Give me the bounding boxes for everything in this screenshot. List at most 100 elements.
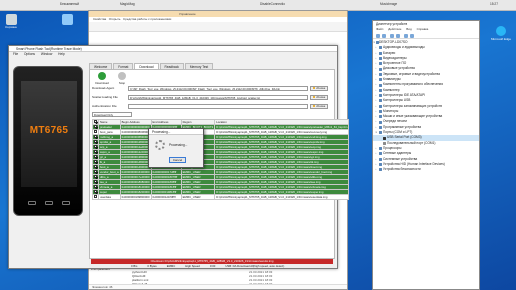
cell-location: D:\phxGMS\limkyap\sq11_MT6765_4GB_128GB_… xyxy=(214,194,350,200)
taskbar-item-1[interactable]: Безымянный xyxy=(60,2,79,9)
help-icon[interactable] xyxy=(396,33,400,38)
taskbar-item-2[interactable]: MagicMag xyxy=(120,2,135,9)
auth-choose[interactable]: choose xyxy=(310,103,328,109)
row-checkbox[interactable] xyxy=(94,135,97,138)
table-row[interactable]: sspm_a0x0000000012c000000x0000000012c2eb… xyxy=(92,149,350,155)
desktop-icon-recycle[interactable]: Корзина xyxy=(2,14,20,30)
auth-field[interactable] xyxy=(128,103,308,109)
flash-menu: File Options Window Help xyxy=(9,52,337,57)
device-label: Клавиатуры xyxy=(383,77,401,82)
row-checkbox[interactable] xyxy=(94,155,97,158)
back-icon[interactable] xyxy=(376,33,380,38)
device-icon xyxy=(379,94,382,98)
row-checkbox[interactable] xyxy=(94,150,97,153)
flash-statusbar: Checksum D:\phxGMS\limkyap\sq11_MT6765_4… xyxy=(89,258,335,268)
row-checkbox[interactable] xyxy=(94,185,97,188)
properties-icon[interactable] xyxy=(390,33,394,38)
devmgr-menu-help[interactable]: Справка xyxy=(417,27,429,31)
device-label: Системные устройства xyxy=(383,156,418,161)
folder-icon xyxy=(312,86,316,90)
taskbar-item-3[interactable]: DisableConnectio xyxy=(260,2,285,9)
table-row[interactable]: scp_a0x0000000012a000000x0000000012a3fb4… xyxy=(92,144,350,150)
forward-icon[interactable] xyxy=(382,33,386,38)
devmgr-menu-file[interactable]: Файл xyxy=(376,27,383,31)
stop-button[interactable]: Stop xyxy=(114,72,130,85)
row-checkbox[interactable] xyxy=(94,195,97,198)
device-label: Программные устройства xyxy=(383,124,422,129)
table-row[interactable]: md1img_a0x000000000f8000000x000000000f9d… xyxy=(92,134,350,140)
status-speed: 0 B/s xyxy=(131,264,138,268)
table-row[interactable]: super 0x0000000018200000 0x00000001981ffff… xyxy=(92,189,350,195)
desktop-icon-computer[interactable] xyxy=(58,14,76,26)
table-row[interactable]: userdata 0x0000000199800000 0x0000001d1f9f… xyxy=(92,194,350,200)
edge-label: Microsoft Edge xyxy=(490,37,511,41)
monitor-icon[interactable] xyxy=(410,33,414,38)
table-row[interactable]: lk_a0x00000000148000000x000000001485f9bf… xyxy=(92,159,350,165)
ribbon-open[interactable]: Открыть xyxy=(109,17,121,21)
cancel-button[interactable]: Cancel xyxy=(169,157,186,163)
edge-desktop-icon[interactable]: Microsoft Edge xyxy=(488,26,514,41)
row-checkbox[interactable] xyxy=(94,180,97,183)
row-checkbox[interactable] xyxy=(94,170,97,173)
ribbon-app-tools[interactable]: Средства работы с приложениями xyxy=(123,17,171,21)
menu-options[interactable]: Options xyxy=(24,52,35,56)
menu-file[interactable]: File xyxy=(13,52,18,56)
device-label: Батареи xyxy=(383,50,396,55)
row-checkbox[interactable] xyxy=(94,125,97,128)
row-checkbox[interactable] xyxy=(94,130,97,133)
taskbar-item-4[interactable]: MusicImage xyxy=(380,2,397,9)
device-icon xyxy=(383,136,386,140)
table-row[interactable]: gz_a0x00000000138000000x000000001381a8ff… xyxy=(92,154,350,160)
device-label: Порты (COM и LPT) xyxy=(383,130,413,135)
device-tree: ▾ DESKTOP-LD07SO › Аудиовходы и аудиовыходы… xyxy=(373,40,479,172)
row-checkbox[interactable] xyxy=(94,190,97,193)
device-icon xyxy=(379,168,382,172)
cell-end: 0x0000001d1f9fffff xyxy=(150,194,182,200)
row-checkbox[interactable] xyxy=(94,160,97,163)
explorer-ribbon xyxy=(89,22,347,32)
scatter-field[interactable]: D:\phxGMS\limkyap\sq11_MT6765_4GB_128GB_… xyxy=(128,94,308,100)
device-tree-item[interactable]: › Устройства безопасности xyxy=(373,167,479,172)
recycle-bin-icon xyxy=(5,14,17,25)
table-row[interactable]: tee_a 0x0000000018080000 0x00000000180ffff… xyxy=(92,179,350,185)
device-icon xyxy=(379,78,382,82)
cell-begin: 0x0000000013800000 xyxy=(119,154,152,160)
cell-location: D:\phxGMS\limkyap\sq11_MT6765_4GB_128GB_… xyxy=(214,124,350,130)
scatter-choose[interactable]: choose xyxy=(310,94,328,100)
table-row[interactable]: dtbo_a 0x0000000017e00000 0x000000001807ff… xyxy=(92,174,350,180)
phone-home-icon xyxy=(45,201,53,205)
table-row[interactable]: vbmeta_a 0x0000000018100000 0x00000000181f… xyxy=(92,184,350,190)
download-agent-choose[interactable]: choose xyxy=(310,85,328,91)
table-row[interactable]: boot_a0x00000000149000000x00000000162fff… xyxy=(92,164,350,170)
device-icon xyxy=(379,62,382,66)
device-icon xyxy=(379,147,382,151)
ribbon-properties[interactable]: Свойства xyxy=(93,17,106,21)
table-row[interactable]: boot_para0x00000000080080000x00000000080… xyxy=(92,129,350,135)
chevron-right-icon[interactable]: › xyxy=(376,167,377,172)
device-icon xyxy=(379,110,382,114)
devmgr-menu-action[interactable]: Действие xyxy=(388,27,401,31)
row-checkbox[interactable] xyxy=(94,145,97,148)
menu-help[interactable]: Help xyxy=(58,52,65,56)
row-checkbox[interactable] xyxy=(94,140,97,143)
scan-icon[interactable] xyxy=(404,33,408,38)
computer-icon xyxy=(61,14,73,25)
device-icon xyxy=(379,115,382,119)
device-label: Контроллеры IDE ATA/ATAPI xyxy=(383,92,426,97)
row-checkbox[interactable] xyxy=(94,165,97,168)
device-icon xyxy=(379,51,382,55)
download-button[interactable]: Download xyxy=(94,72,110,85)
cell-location: D:\phxGMS\limkyap\sq11_MT6765_4GB_128GB_… xyxy=(214,169,350,175)
menu-window[interactable]: Window xyxy=(41,52,52,56)
mode-select[interactable]: Download Only xyxy=(92,112,132,117)
table-row[interactable]: vendor_boot_a 0x0000000016400000 0x0000000… xyxy=(92,169,350,175)
devmgr-menu-view[interactable]: Вид xyxy=(406,27,411,31)
table-row[interactable]: preloader 0x0000000000000000 0x00000000000… xyxy=(92,124,350,130)
cell-begin: 0x0000000012800000 xyxy=(119,139,152,145)
download-agent-row: Download-Agent C:\SP_Flash_Tool_exe_Wind… xyxy=(92,85,328,91)
status-time: 0:00 xyxy=(209,264,216,268)
download-agent-field[interactable]: C:\SP_Flash_Tool_exe_Windows_v5.2112.00.… xyxy=(128,85,308,91)
table-row[interactable]: spmfw_a0x00000000128000000x0000000012802… xyxy=(92,139,350,145)
row-checkbox[interactable] xyxy=(94,175,97,178)
download-panel: Download Stop Download-Agent C:\SP_Flash… xyxy=(89,69,350,259)
